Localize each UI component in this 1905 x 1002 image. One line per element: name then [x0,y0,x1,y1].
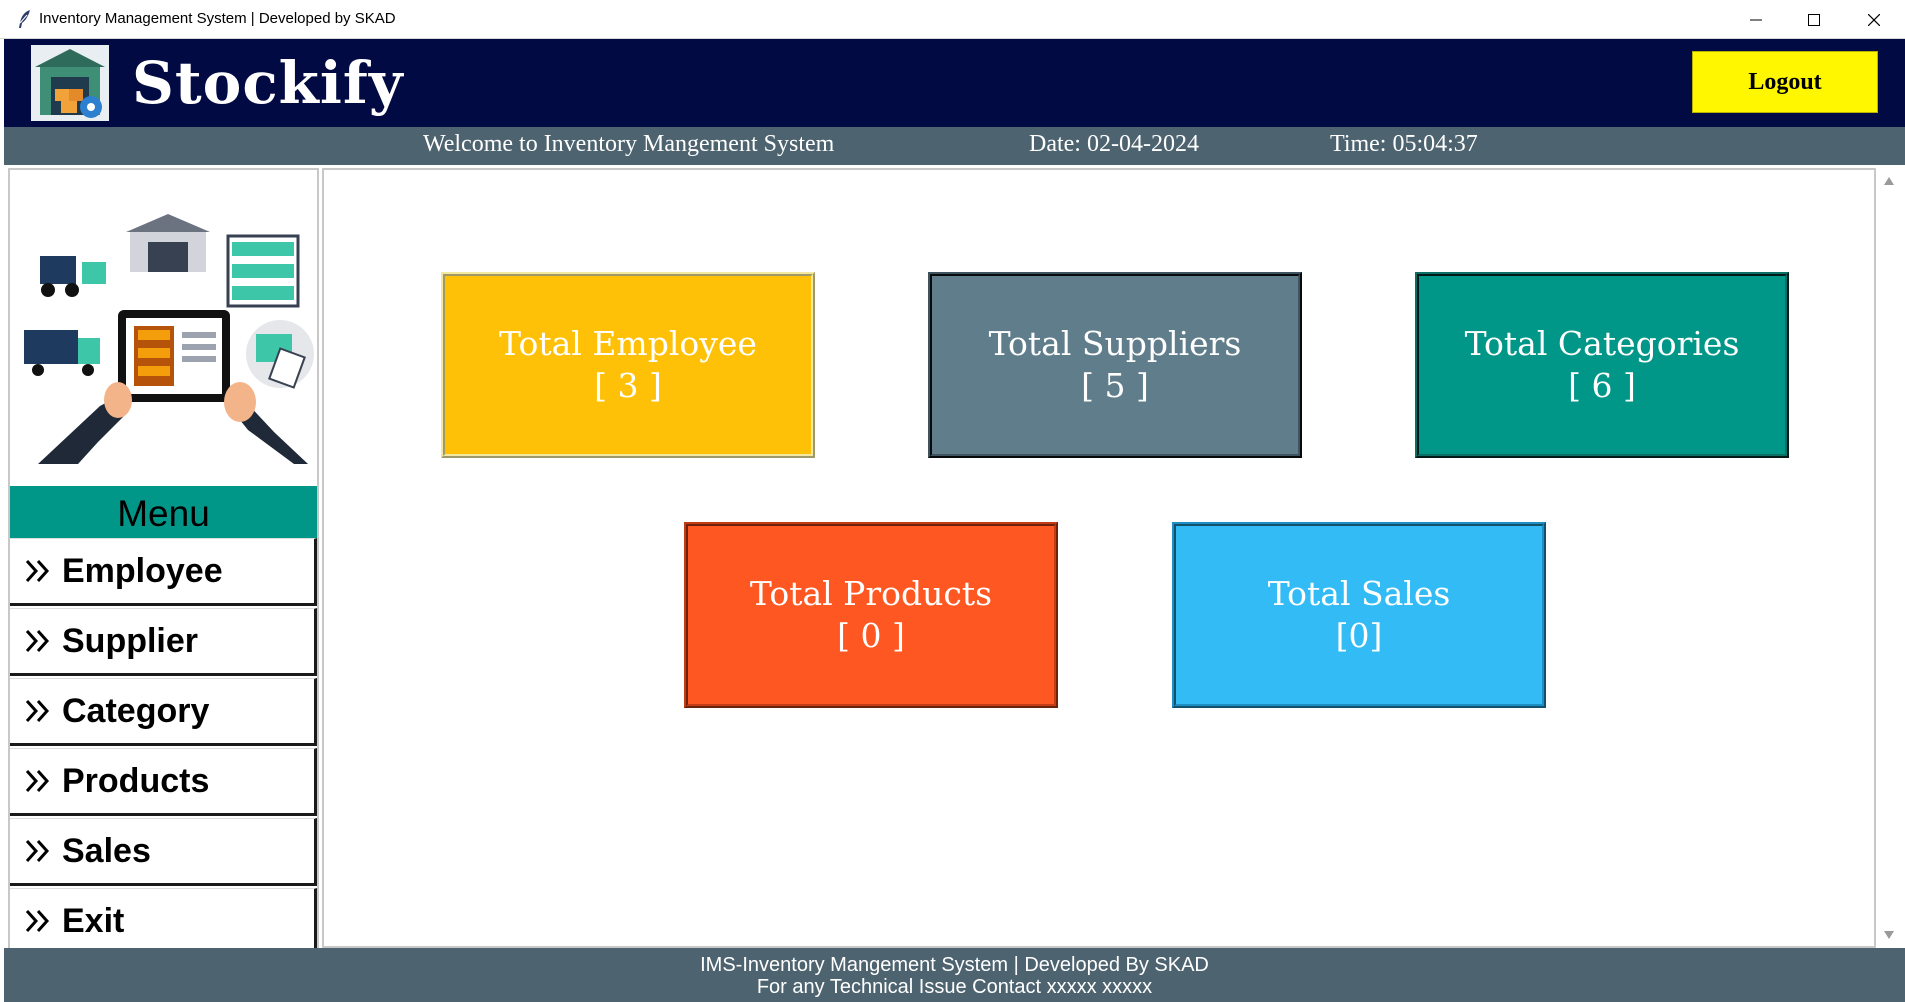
menu-item-category[interactable]: Category [10,678,317,746]
double-chevron-right-icon [25,699,50,723]
card-value: [0] [1335,616,1383,655]
app-header: Stockify Logout [4,39,1905,127]
welcome-text: Welcome to Inventory Mangement System [423,131,835,157]
footer-line-1: IMS-Inventory Mangement System | Develop… [700,954,1209,976]
left-menu-panel: Menu Employee Supplier Category Products… [8,168,319,1000]
double-chevron-right-icon [25,629,50,653]
minimize-button[interactable] [1727,0,1785,39]
menu-item-label: Exit [62,901,125,940]
total-employee-card: Total Employee [ 3 ] [441,272,815,458]
total-categories-card: Total Categories [ 6 ] [1415,272,1789,458]
maximize-button[interactable] [1785,0,1843,39]
double-chevron-right-icon [25,909,50,933]
card-title: Total Suppliers [988,324,1242,363]
double-chevron-right-icon [25,839,50,863]
card-title: Total Categories [1464,324,1740,363]
menu-item-products[interactable]: Products [10,748,317,816]
menu-item-exit[interactable]: Exit [10,888,317,956]
menu-item-label: Sales [62,831,151,870]
app-frame: Stockify Logout Welcome to Inventory Man… [4,39,1905,1002]
scroll-down-icon[interactable] [1883,930,1895,940]
window-title: Inventory Management System | Developed … [39,10,396,27]
date-text: Date: 02-04-2024 [1029,131,1199,157]
total-suppliers-card: Total Suppliers [ 5 ] [928,272,1302,458]
minimize-icon [1750,19,1762,20]
scroll-up-icon[interactable] [1883,176,1895,186]
time-text: Time: 05:04:37 [1330,131,1478,157]
card-title: Total Sales [1267,574,1451,613]
card-title: Total Employee [499,324,757,363]
menu-title: Menu [10,486,317,538]
brand-title: Stockify [132,49,404,117]
card-value: [ 6 ] [1568,366,1636,405]
vertical-scrollbar[interactable] [1876,168,1901,948]
close-button[interactable] [1845,0,1903,39]
total-products-card: Total Products [ 0 ] [684,522,1058,708]
maximize-icon [1808,13,1820,26]
menu-item-supplier[interactable]: Supplier [10,608,317,676]
menu-item-employee[interactable]: Employee [10,538,317,606]
card-title: Total Products [749,574,993,613]
logout-button[interactable]: Logout [1692,51,1878,113]
warehouse-logo-icon [31,45,109,121]
menu-item-label: Products [62,761,210,800]
double-chevron-right-icon [25,769,50,793]
double-chevron-right-icon [25,559,50,583]
menu-item-label: Employee [62,551,223,590]
card-value: [ 3 ] [594,366,662,405]
card-value: [ 0 ] [837,616,905,655]
close-icon [1868,13,1880,26]
feather-icon [19,10,30,28]
inventory-illustration [24,214,314,464]
info-bar: Welcome to Inventory Mangement System Da… [4,127,1905,165]
total-sales-card: Total Sales [0] [1172,522,1546,708]
app-footer: IMS-Inventory Mangement System | Develop… [4,948,1905,1002]
footer-line-2: For any Technical Issue Contact xxxxx xx… [756,976,1153,998]
window-titlebar: Inventory Management System | Developed … [0,0,1905,39]
menu-item-label: Category [62,691,210,730]
card-value: [ 5 ] [1081,366,1149,405]
menu-item-sales[interactable]: Sales [10,818,317,886]
menu-item-label: Supplier [62,621,199,660]
